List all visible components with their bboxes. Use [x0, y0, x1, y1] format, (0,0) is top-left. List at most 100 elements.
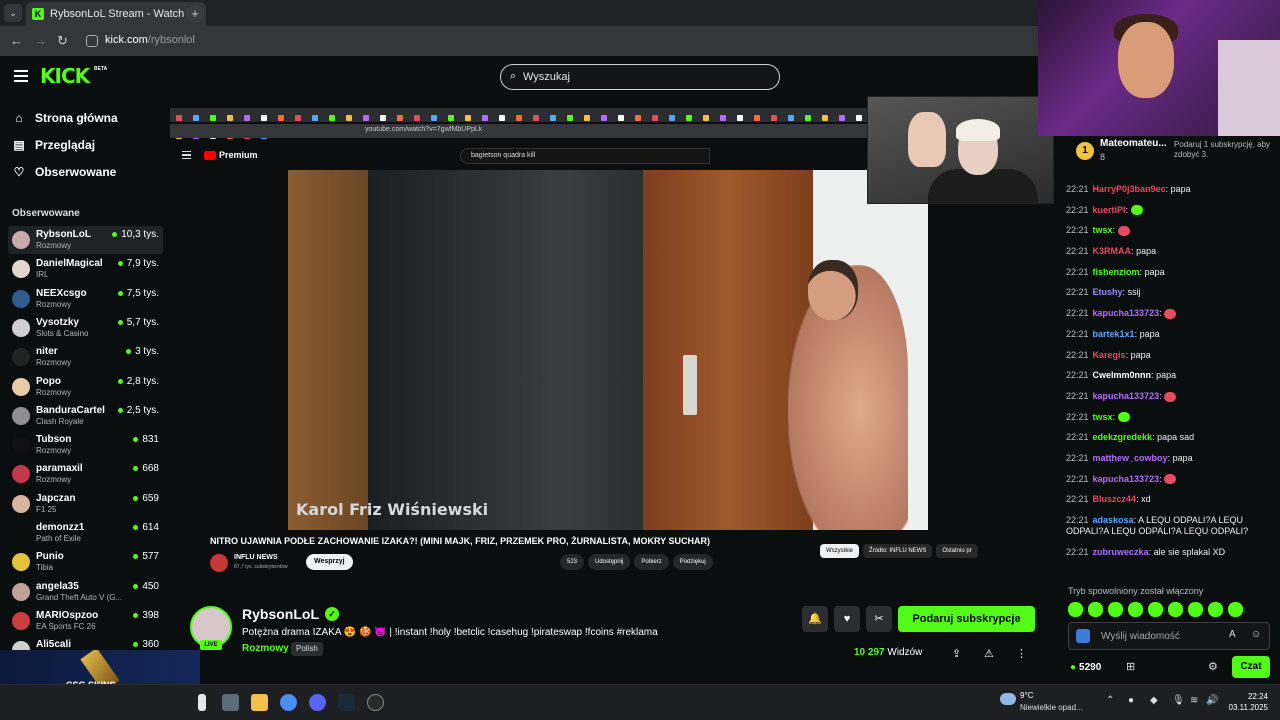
message-user[interactable]: kuertiPl: [1093, 205, 1126, 215]
share-icon[interactable]: ⇪: [952, 647, 961, 660]
followed-channel[interactable]: NEEXcsgo Rozmowy 7,5 tys.: [8, 285, 163, 313]
message-user[interactable]: K3RMAA: [1093, 246, 1132, 256]
top-gifter[interactable]: 1 Mateomateu... 8: [1074, 138, 1184, 168]
menu-icon[interactable]: [14, 70, 28, 82]
followed-channel[interactable]: BanduraCartel Clash Royale 2,5 tys.: [8, 402, 163, 430]
message-text: papa sad: [1157, 432, 1195, 443]
more-options-icon[interactable]: ⋮: [1016, 647, 1027, 660]
message-text: ssij: [1127, 287, 1141, 298]
app-icon[interactable]: [222, 694, 239, 711]
followed-channel[interactable]: MARIOspzoo EA Sports FC 26 398: [8, 607, 163, 635]
tray-steam-icon[interactable]: ◆: [1150, 695, 1158, 706]
followed-channel[interactable]: Vysotzky Slots & Casino 5,7 tys.: [8, 314, 163, 342]
translate-icon[interactable]: A: [1229, 629, 1236, 640]
followed-channel[interactable]: Punio Tibia 577: [8, 548, 163, 576]
message-user[interactable]: kapucha133723: [1093, 391, 1160, 401]
kick-logo[interactable]: KICK: [40, 64, 90, 88]
rewards-icon[interactable]: ⊞: [1126, 660, 1135, 673]
message-user[interactable]: edekzgredekk: [1093, 432, 1153, 442]
chat-message: 22:21 K3RMAA: papa: [1066, 246, 1157, 257]
url-field[interactable]: kick.com/rybsonlol: [105, 34, 195, 46]
forward-icon[interactable]: →: [34, 33, 47, 48]
live-dot-icon: [133, 612, 139, 618]
channel-avatar: [12, 582, 30, 601]
chrome-icon[interactable]: [280, 694, 297, 711]
gift-subscription-button[interactable]: Podaruj subskrypcje: [898, 606, 1035, 632]
heart-icon: ♡: [13, 165, 25, 179]
discord-icon[interactable]: [309, 694, 326, 711]
followed-channel[interactable]: Tubson Rozmowy 831: [8, 431, 163, 459]
tray-app-icon[interactable]: ●: [1128, 695, 1134, 706]
emote-bar[interactable]: [1068, 602, 1278, 618]
followed-channel[interactable]: angela35 Grand Theft Auto V (G... 450: [8, 578, 163, 606]
file-explorer-icon[interactable]: [251, 694, 268, 711]
message-user[interactable]: twsx: [1093, 412, 1113, 422]
streamer-name[interactable]: RybsonLoL: [242, 606, 319, 622]
steam-icon[interactable]: [338, 694, 355, 711]
volume-icon[interactable]: 🔊: [1206, 695, 1218, 706]
message-user[interactable]: Bluszcz44: [1093, 494, 1137, 504]
tray-chevron-icon[interactable]: ⌃: [1106, 695, 1114, 706]
message-user[interactable]: matthew_cowboy: [1093, 453, 1168, 463]
search-input[interactable]: [523, 65, 763, 89]
captured-url: youtube.com/watch?v=7gwfMbUPpLk: [365, 126, 483, 133]
message-user[interactable]: Karegis: [1093, 350, 1126, 360]
nav-home[interactable]: ⌂ Strona główna: [12, 107, 117, 129]
channel-name: Tubson: [36, 434, 72, 446]
message-user[interactable]: zubruweczka: [1093, 547, 1149, 557]
taskview-icon[interactable]: [198, 694, 206, 711]
new-tab-button[interactable]: +: [186, 5, 204, 23]
clip-button[interactable]: ✂: [866, 606, 892, 632]
notification-bell-button[interactable]: 🔔: [802, 606, 828, 632]
followed-channel[interactable]: niter Rozmowy 3 tys.: [8, 343, 163, 371]
message-user[interactable]: kapucha133723: [1093, 308, 1160, 318]
stream-title: Potężna drama IZAKA 😍 🍪 😈 | !instant !ho…: [242, 627, 658, 638]
browser-tab[interactable]: K RybsonLoL Stream - Watch Live ×: [26, 2, 206, 26]
youtube-chips: Wszystkie Źródło: INFLU NEWS Ostatnio pr: [820, 544, 982, 558]
followed-channel[interactable]: DanielMagical IRL 7,9 tys.: [8, 255, 163, 283]
video-player[interactable]: youtube.com/watch?v=7gwfMbUPpLk Premium …: [170, 96, 1054, 584]
message-user[interactable]: fishenziom: [1093, 267, 1140, 277]
message-user[interactable]: bartek1x1: [1093, 329, 1135, 339]
back-icon[interactable]: ←: [10, 33, 23, 48]
nav-following[interactable]: ♡ Obserwowane: [12, 161, 117, 183]
followed-channel[interactable]: Japczan F1 25 659: [8, 490, 163, 518]
followed-channel[interactable]: RybsonLoL Rozmowy 10,3 tys.: [8, 226, 163, 254]
follow-heart-button[interactable]: ♥: [834, 606, 860, 632]
chat-settings-icon[interactable]: ⚙: [1208, 660, 1218, 673]
channel-points[interactable]: ● 5290: [1070, 662, 1101, 673]
followed-channel[interactable]: Popo Rozmowy 2,8 tys.: [8, 373, 163, 401]
message-user[interactable]: adaskosa: [1093, 515, 1134, 525]
send-chat-button[interactable]: Czat: [1232, 656, 1270, 678]
chat-input[interactable]: [1101, 623, 1221, 649]
report-icon[interactable]: ⚠: [984, 647, 994, 660]
tab-list-icon[interactable]: ⌄: [4, 4, 22, 22]
emoji-icon[interactable]: ☺: [1251, 629, 1261, 640]
browse-icon: ▤: [13, 138, 25, 152]
message-user[interactable]: HarryP0j3ban9ec: [1093, 184, 1166, 194]
message-time: 22:21: [1066, 204, 1089, 215]
followed-channel[interactable]: demonzz1 Path of Exile 614: [8, 519, 163, 547]
microphone-icon[interactable]: 🎙: [1172, 695, 1185, 706]
message-user[interactable]: Cwelmm0nnn: [1093, 370, 1152, 380]
message-user[interactable]: kapucha133723: [1093, 474, 1160, 484]
followed-channel[interactable]: paramaxil Rozmowy 668: [8, 460, 163, 488]
channel-viewer-count: 831: [142, 434, 159, 446]
message-user[interactable]: Etushy: [1093, 287, 1123, 297]
wifi-icon[interactable]: ≋: [1190, 695, 1198, 706]
obs-icon[interactable]: [367, 694, 384, 711]
streamer-name-row: RybsonLoL ✓: [242, 606, 339, 622]
nav-browse[interactable]: ▤ Przeglądaj: [12, 134, 95, 156]
live-dot-icon: [112, 232, 118, 237]
message-text: papa: [1130, 349, 1151, 360]
site-info-icon[interactable]: [86, 35, 98, 47]
language-tag[interactable]: Polish: [291, 642, 323, 656]
system-clock[interactable]: 22:24 03.11.2025: [1226, 691, 1268, 713]
channel-name: DanielMagical: [36, 258, 103, 270]
live-dot-icon: [117, 290, 123, 296]
stream-category[interactable]: Rozmowy: [242, 643, 289, 654]
channel-name: paramaxil: [36, 463, 83, 475]
viewer-label: Widzów: [887, 647, 923, 658]
reload-icon[interactable]: ↻: [57, 33, 68, 49]
message-user[interactable]: twsx: [1093, 225, 1113, 235]
